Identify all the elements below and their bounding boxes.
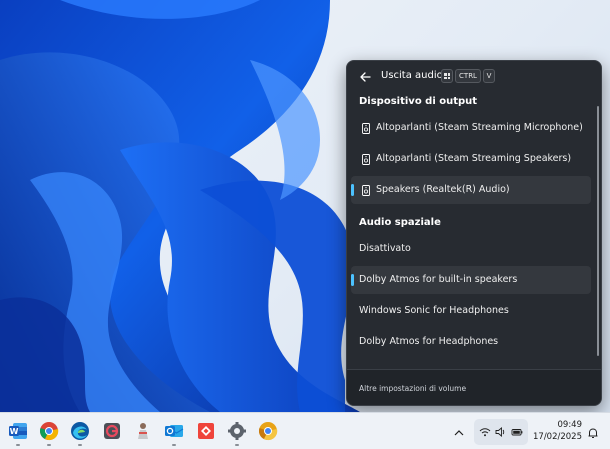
panel-title: Uscita audio	[381, 70, 443, 81]
app-icon-red-g[interactable]	[102, 421, 122, 441]
shortcut-key-v: V	[483, 69, 495, 83]
panel-header: Uscita audio CTRL V	[347, 61, 601, 93]
battery-icon	[511, 429, 523, 436]
speaker-icon	[362, 185, 370, 196]
clock-time: 09:49	[557, 420, 583, 430]
more-volume-settings-link[interactable]: Altre impostazioni di volume	[359, 384, 466, 393]
volume-icon	[495, 427, 505, 437]
selection-indicator	[351, 274, 354, 286]
spatial-audio-option[interactable]: Dolby Atmos for Headphones	[351, 328, 591, 356]
speaker-icon	[362, 154, 370, 165]
output-device-label: Speakers (Realtek(R) Audio)	[376, 184, 510, 195]
system-clock[interactable]: 09:49 17/02/2025	[530, 419, 582, 443]
wifi-icon	[479, 428, 491, 437]
notification-bell-icon[interactable]	[586, 425, 600, 439]
svg-text:W: W	[10, 427, 19, 436]
output-device-label: Altoparlanti (Steam Streaming Speakers)	[376, 153, 572, 164]
spatial-option-label: Disattivato	[359, 243, 411, 254]
spatial-audio-option-selected[interactable]: Dolby Atmos for built-in speakers	[351, 266, 591, 294]
spatial-audio-option[interactable]: Disattivato	[351, 235, 591, 263]
spatial-section-title: Audio spaziale	[359, 217, 441, 228]
edge-icon[interactable]	[70, 421, 90, 446]
taskbar: W 09:49 17/02/2025	[0, 412, 610, 449]
spatial-option-label: Dolby Atmos for Headphones	[359, 336, 499, 347]
output-section-title: Dispositivo di output	[359, 96, 478, 107]
spatial-option-label: Windows Sonic for Headphones	[359, 305, 509, 316]
clock-date: 17/02/2025	[533, 432, 582, 442]
anydesk-icon[interactable]	[196, 421, 216, 441]
chevron-up-icon[interactable]	[452, 425, 466, 439]
panel-footer: Altre impostazioni di volume	[347, 369, 601, 405]
settings-gear-icon[interactable]	[227, 421, 247, 446]
spatial-audio-option[interactable]: Windows Sonic for Headphones	[351, 297, 591, 325]
chrome-canary-icon[interactable]	[258, 421, 278, 441]
audio-output-panel: Uscita audio CTRL V Dispositivo di outpu…	[346, 60, 602, 406]
shortcut-key-ctrl: CTRL	[455, 69, 481, 83]
spatial-option-label: Dolby Atmos for built-in speakers	[359, 274, 518, 285]
chrome-icon[interactable]	[39, 421, 59, 446]
speaker-icon	[362, 123, 370, 134]
output-device-label: Altoparlanti (Steam Streaming Microphone…	[376, 122, 583, 133]
back-arrow-icon[interactable]	[357, 69, 373, 85]
word-icon[interactable]: W	[8, 421, 28, 446]
panel-scrollbar[interactable]	[597, 106, 599, 356]
outlook-icon[interactable]	[164, 421, 184, 446]
selection-indicator	[351, 184, 354, 196]
app-icon-figure[interactable]	[133, 421, 153, 441]
output-device-item[interactable]: Altoparlanti (Steam Streaming Speakers)	[351, 145, 591, 173]
quick-settings-button[interactable]	[474, 419, 528, 445]
output-device-item[interactable]: Altoparlanti (Steam Streaming Microphone…	[351, 114, 591, 142]
output-device-item-selected[interactable]: Speakers (Realtek(R) Audio)	[351, 176, 591, 204]
windows-key-icon	[441, 69, 453, 83]
